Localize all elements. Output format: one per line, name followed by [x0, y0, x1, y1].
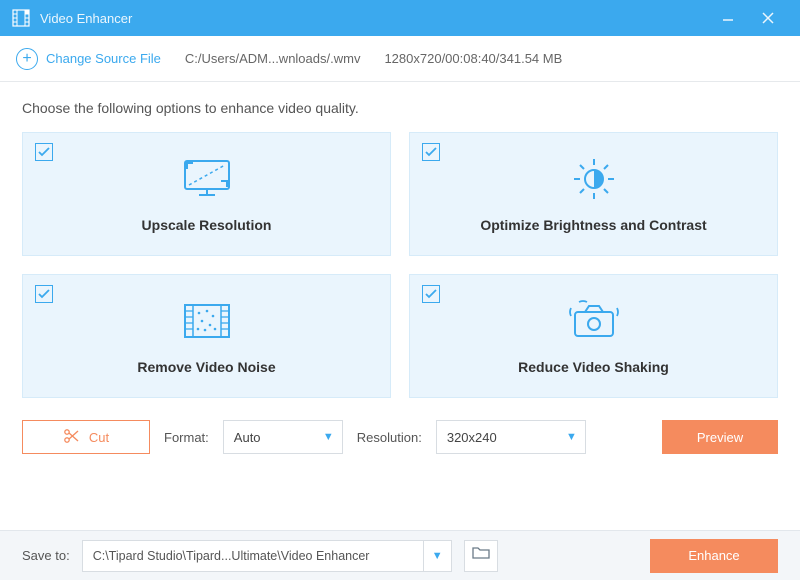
card-label: Reduce Video Shaking — [518, 359, 669, 375]
card-label: Upscale Resolution — [142, 217, 272, 233]
cut-label: Cut — [89, 430, 109, 445]
card-label: Remove Video Noise — [137, 359, 275, 375]
plus-icon: + — [16, 48, 38, 70]
open-folder-button[interactable] — [464, 540, 498, 572]
source-bar: + Change Source File C:/Users/ADM...wnlo… — [0, 36, 800, 82]
format-label: Format: — [164, 430, 209, 445]
chevron-down-icon: ▼ — [423, 541, 451, 571]
camera-shake-icon — [565, 297, 623, 345]
card-label: Optimize Brightness and Contrast — [480, 217, 706, 233]
enhance-button[interactable]: Enhance — [650, 539, 778, 573]
card-reduce-shaking[interactable]: Reduce Video Shaking — [409, 274, 778, 398]
close-button[interactable] — [748, 0, 788, 36]
saveto-path-select[interactable]: C:\Tipard Studio\Tipard...Ultimate\Video… — [82, 540, 452, 572]
checkbox-icon — [35, 143, 53, 161]
minimize-button[interactable] — [708, 0, 748, 36]
change-source-label: Change Source File — [46, 51, 161, 66]
instruction-text: Choose the following options to enhance … — [22, 100, 778, 116]
card-brightness-contrast[interactable]: Optimize Brightness and Contrast — [409, 132, 778, 256]
controls-row: Cut Format: Auto ▼ Resolution: 320x240 ▼… — [22, 420, 778, 454]
enhance-label: Enhance — [688, 548, 739, 563]
format-select[interactable]: Auto ▼ — [223, 420, 343, 454]
film-noise-icon — [177, 297, 237, 345]
resolution-value: 320x240 — [447, 430, 497, 445]
card-remove-noise[interactable]: Remove Video Noise — [22, 274, 391, 398]
app-title: Video Enhancer — [40, 11, 708, 26]
monitor-icon — [177, 155, 237, 203]
checkbox-icon — [422, 285, 440, 303]
format-value: Auto — [234, 430, 261, 445]
folder-icon — [472, 546, 490, 565]
card-upscale-resolution[interactable]: Upscale Resolution — [22, 132, 391, 256]
enhancement-options: Upscale Resolution Optimize Brightness a… — [22, 132, 778, 398]
change-source-button[interactable]: + Change Source File — [16, 48, 161, 70]
resolution-select[interactable]: 320x240 ▼ — [436, 420, 586, 454]
preview-label: Preview — [697, 430, 743, 445]
saveto-path: C:\Tipard Studio\Tipard...Ultimate\Video… — [93, 549, 370, 563]
checkbox-icon — [35, 285, 53, 303]
checkbox-icon — [422, 143, 440, 161]
app-icon — [12, 9, 30, 27]
saveto-label: Save to: — [22, 548, 70, 563]
scissors-icon — [63, 428, 79, 447]
source-path: C:/Users/ADM...wnloads/.wmv — [185, 51, 361, 66]
source-info: 1280x720/00:08:40/341.54 MB — [384, 51, 562, 66]
footer-bar: Save to: C:\Tipard Studio\Tipard...Ultim… — [0, 530, 800, 580]
resolution-label: Resolution: — [357, 430, 422, 445]
chevron-down-icon: ▼ — [566, 431, 577, 443]
cut-button[interactable]: Cut — [22, 420, 150, 454]
brightness-icon — [567, 155, 621, 203]
chevron-down-icon: ▼ — [323, 431, 334, 443]
titlebar: Video Enhancer — [0, 0, 800, 36]
preview-button[interactable]: Preview — [662, 420, 778, 454]
